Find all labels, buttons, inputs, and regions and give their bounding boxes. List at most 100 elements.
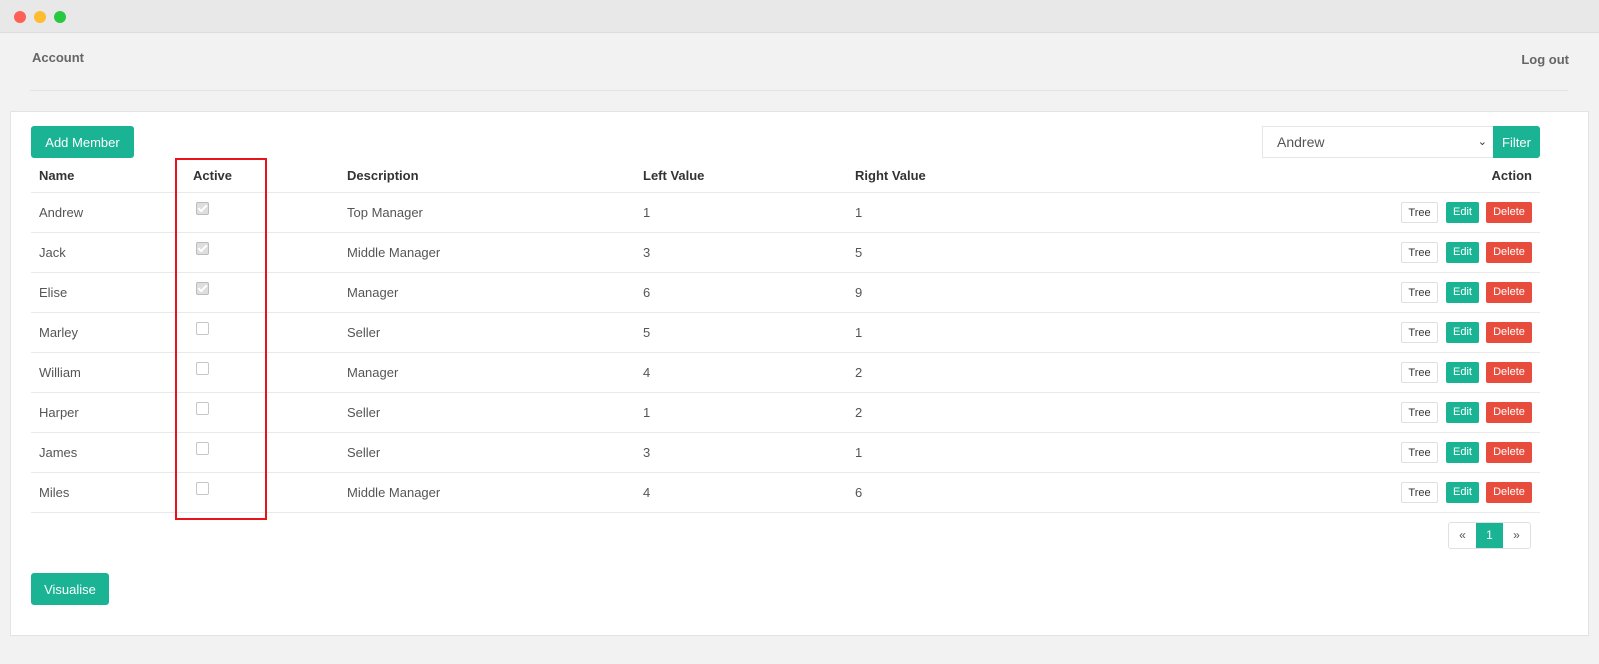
edit-button[interactable]: Edit	[1446, 441, 1479, 463]
table-row: Miles Middle Manager 4 6 Tree Edit Delete	[31, 472, 1540, 513]
active-checkbox	[196, 282, 209, 295]
active-cell	[185, 432, 339, 473]
member-name: William	[31, 352, 185, 393]
top-nav: Account Log out	[0, 33, 1599, 91]
tree-button[interactable]: Tree	[1401, 321, 1438, 343]
row-actions: Tree Edit Delete	[1247, 472, 1540, 513]
table-row: Marley Seller 5 1 Tree Edit Delete	[31, 312, 1540, 353]
active-cell	[185, 352, 339, 393]
member-description: Manager	[339, 352, 635, 393]
tree-button[interactable]: Tree	[1401, 401, 1438, 423]
table-row: Harper Seller 1 2 Tree Edit Delete	[31, 392, 1540, 433]
active-cell	[185, 192, 339, 233]
member-right-value: 9	[847, 272, 1247, 313]
account-link[interactable]: Account	[32, 50, 84, 65]
edit-button[interactable]: Edit	[1446, 241, 1479, 263]
header-right-value: Right Value	[847, 159, 1247, 193]
active-cell	[185, 472, 339, 513]
add-member-button[interactable]: Add Member	[31, 126, 134, 158]
edit-button[interactable]: Edit	[1446, 321, 1479, 343]
active-checkbox	[196, 202, 209, 215]
table-header-row: Name Active Description Left Value Right…	[31, 159, 1540, 193]
member-right-value: 1	[847, 312, 1247, 353]
active-checkbox	[196, 322, 209, 335]
active-checkbox	[196, 362, 209, 375]
member-description: Top Manager	[339, 192, 635, 233]
member-name: Andrew	[31, 192, 185, 233]
logout-link[interactable]: Log out	[1521, 52, 1569, 67]
visualise-button[interactable]: Visualise	[31, 573, 109, 605]
member-name: Miles	[31, 472, 185, 513]
pagination-page-current[interactable]: 1	[1476, 523, 1503, 548]
tree-button[interactable]: Tree	[1401, 441, 1438, 463]
member-left-value: 5	[635, 312, 847, 353]
pagination-next[interactable]: »	[1503, 523, 1530, 548]
delete-button[interactable]: Delete	[1486, 441, 1532, 463]
member-description: Middle Manager	[339, 472, 635, 513]
active-checkbox	[196, 402, 209, 415]
header-action: Action	[1247, 159, 1540, 193]
edit-button[interactable]: Edit	[1446, 281, 1479, 303]
delete-button[interactable]: Delete	[1486, 361, 1532, 383]
filter-selected-value: Andrew	[1277, 134, 1325, 150]
members-table: Name Active Description Left Value Right…	[31, 159, 1540, 513]
member-right-value: 1	[847, 192, 1247, 233]
member-name: James	[31, 432, 185, 473]
delete-button[interactable]: Delete	[1486, 281, 1532, 303]
row-actions: Tree Edit Delete	[1247, 312, 1540, 353]
active-cell	[185, 272, 339, 313]
member-left-value: 6	[635, 272, 847, 313]
row-actions: Tree Edit Delete	[1247, 272, 1540, 313]
delete-button[interactable]: Delete	[1486, 481, 1532, 503]
edit-button[interactable]: Edit	[1446, 481, 1479, 503]
table-row: Andrew Top Manager 1 1 Tree Edit Delete	[31, 192, 1540, 233]
table-row: William Manager 4 2 Tree Edit Delete	[31, 352, 1540, 393]
minimize-window-icon[interactable]	[34, 11, 46, 23]
row-actions: Tree Edit Delete	[1247, 352, 1540, 393]
member-left-value: 4	[635, 472, 847, 513]
delete-button[interactable]: Delete	[1486, 321, 1532, 343]
member-right-value: 5	[847, 232, 1247, 273]
tree-button[interactable]: Tree	[1401, 281, 1438, 303]
member-right-value: 6	[847, 472, 1247, 513]
member-right-value: 2	[847, 352, 1247, 393]
member-right-value: 1	[847, 432, 1247, 473]
edit-button[interactable]: Edit	[1446, 361, 1479, 383]
active-checkbox	[196, 242, 209, 255]
tree-button[interactable]: Tree	[1401, 241, 1438, 263]
close-window-icon[interactable]	[14, 11, 26, 23]
tree-button[interactable]: Tree	[1401, 481, 1438, 503]
tree-button[interactable]: Tree	[1401, 361, 1438, 383]
member-description: Middle Manager	[339, 232, 635, 273]
row-actions: Tree Edit Delete	[1247, 192, 1540, 233]
delete-button[interactable]: Delete	[1486, 241, 1532, 263]
header-name: Name	[31, 159, 185, 193]
pagination-prev[interactable]: «	[1449, 523, 1476, 548]
member-left-value: 4	[635, 352, 847, 393]
members-panel: Add Member Andrew ⌄ Filter Name Active D…	[10, 111, 1589, 636]
member-name: Marley	[31, 312, 185, 353]
delete-button[interactable]: Delete	[1486, 201, 1532, 223]
header-description: Description	[339, 159, 635, 193]
row-actions: Tree Edit Delete	[1247, 432, 1540, 473]
member-name: Jack	[31, 232, 185, 273]
member-filter-select[interactable]: Andrew ⌄	[1262, 126, 1494, 158]
edit-button[interactable]: Edit	[1446, 401, 1479, 423]
member-description: Seller	[339, 432, 635, 473]
header-left-value: Left Value	[635, 159, 847, 193]
nav-divider	[30, 90, 1568, 91]
table-row: Jack Middle Manager 3 5 Tree Edit Delete	[31, 232, 1540, 273]
edit-button[interactable]: Edit	[1446, 201, 1479, 223]
window-titlebar	[0, 0, 1599, 33]
member-name: Elise	[31, 272, 185, 313]
active-cell	[185, 312, 339, 353]
row-actions: Tree Edit Delete	[1247, 232, 1540, 273]
table-row: Elise Manager 6 9 Tree Edit Delete	[31, 272, 1540, 313]
filter-button[interactable]: Filter	[1493, 126, 1540, 158]
delete-button[interactable]: Delete	[1486, 401, 1532, 423]
table-row: James Seller 3 1 Tree Edit Delete	[31, 432, 1540, 473]
member-left-value: 3	[635, 432, 847, 473]
chevron-down-icon: ⌄	[1477, 136, 1487, 148]
maximize-window-icon[interactable]	[54, 11, 66, 23]
tree-button[interactable]: Tree	[1401, 201, 1438, 223]
